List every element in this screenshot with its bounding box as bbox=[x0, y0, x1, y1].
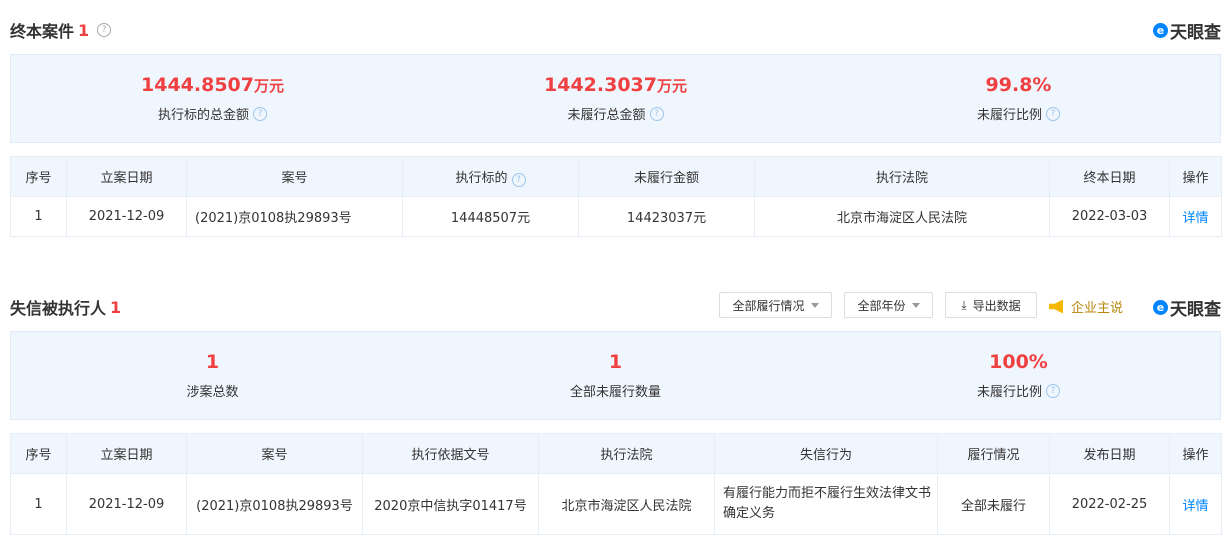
td: 2021-12-09 bbox=[66, 196, 187, 237]
label: 全部履行情况 bbox=[732, 298, 805, 313]
td: 有履行能力而拒不履行生效法律文书确定义务 bbox=[714, 473, 938, 535]
value: 99.8% bbox=[985, 74, 1052, 96]
th: 序号 bbox=[10, 433, 67, 474]
logo-text: 天眼查 bbox=[1170, 300, 1221, 320]
table-header: 序号 立案日期 案号 执行标的? 未履行金额 执行法院 终本日期 操作 bbox=[10, 156, 1222, 197]
label: 未履行比例 bbox=[976, 385, 1042, 400]
help-icon[interactable]: ? bbox=[97, 23, 112, 37]
summary-unperformed-count: 1 全部未履行数量 bbox=[414, 332, 817, 419]
table-row: 1 2021-12-09 (2021)京0108执29893号 14448507元 14… bbox=[10, 196, 1222, 237]
label: 全部未履行数量 bbox=[569, 385, 661, 400]
td: 详情 bbox=[1169, 196, 1222, 237]
td: 14448507元 bbox=[402, 196, 579, 237]
section-title-dishonest: 失信被执行人 1 bbox=[10, 295, 121, 319]
value: 1 bbox=[608, 351, 623, 373]
td: 2020京中信执字01417号 bbox=[362, 473, 539, 535]
download-icon: ⤓ bbox=[961, 297, 967, 312]
title-text: 终本案件 bbox=[10, 22, 75, 41]
value: 1444.8507 bbox=[141, 74, 254, 96]
th: 发布日期 bbox=[1049, 433, 1170, 474]
th: 执行依据文号 bbox=[362, 433, 539, 474]
label: 导出数据 bbox=[972, 298, 1021, 313]
td: 2021-12-09 bbox=[66, 473, 187, 535]
th: 立案日期 bbox=[66, 156, 187, 197]
help-icon[interactable]: ? bbox=[649, 106, 664, 121]
td: 2022-02-25 bbox=[1049, 473, 1170, 535]
summary-total-amount: 1444.8507万元 执行标的总金额? bbox=[11, 55, 414, 142]
td: 14423037元 bbox=[578, 196, 755, 237]
help-icon[interactable]: ? bbox=[1046, 106, 1060, 121]
tianyancha-logo[interactable]: e 天眼查 bbox=[1153, 295, 1221, 320]
logo-icon: e bbox=[1153, 23, 1168, 38]
th: 序号 bbox=[10, 156, 67, 197]
th: 执行标的? bbox=[402, 156, 579, 197]
count: 1 bbox=[110, 297, 122, 317]
th: 操作 bbox=[1169, 433, 1222, 474]
value: 100% bbox=[989, 351, 1048, 373]
speaker-icon bbox=[1049, 299, 1063, 314]
th: 案号 bbox=[186, 156, 403, 197]
help-icon[interactable]: ? bbox=[511, 172, 526, 187]
summary-panel-2: 1 涉案总数 1 全部未履行数量 100% 未履行比例? bbox=[10, 331, 1221, 420]
year-filter-dropdown[interactable]: 全部年份 bbox=[844, 292, 933, 318]
td: 详情 bbox=[1169, 473, 1222, 535]
label: 未履行总金额 bbox=[567, 108, 646, 123]
summary-unperformed-ratio: 100% 未履行比例? bbox=[817, 332, 1220, 419]
th: 未履行金额 bbox=[578, 156, 755, 197]
td: 北京市海淀区人民法院 bbox=[754, 196, 1050, 237]
td: 1 bbox=[10, 473, 67, 535]
table-row: 1 2021-12-09 (2021)京0108执29893号 2020京中信执字01… bbox=[10, 473, 1222, 535]
td: 全部未履行 bbox=[937, 473, 1050, 535]
caret-down-icon bbox=[810, 302, 819, 308]
summary-panel-1: 1444.8507万元 执行标的总金额? 1442.3037万元 未履行总金额? 9… bbox=[10, 54, 1221, 143]
value: 1 bbox=[205, 351, 220, 373]
th: 案号 bbox=[186, 433, 363, 474]
th: 履行情况 bbox=[937, 433, 1050, 474]
detail-link[interactable]: 详情 bbox=[1182, 211, 1208, 226]
export-button[interactable]: ⤓ 导出数据 bbox=[945, 292, 1037, 318]
th: 立案日期 bbox=[66, 433, 187, 474]
help-icon[interactable]: ? bbox=[1046, 383, 1060, 398]
title-text: 失信被执行人 bbox=[10, 299, 107, 318]
summary-unpaid-amount: 1442.3037万元 未履行总金额? bbox=[414, 55, 817, 142]
label: 未履行比例 bbox=[976, 108, 1042, 123]
logo-icon: e bbox=[1153, 300, 1168, 315]
th: 执行法院 bbox=[754, 156, 1050, 197]
label: 涉案总数 bbox=[186, 385, 239, 400]
td: 2022-03-03 bbox=[1049, 196, 1170, 237]
td: 北京市海淀区人民法院 bbox=[538, 473, 715, 535]
th: 操作 bbox=[1169, 156, 1222, 197]
final-cases-table: 序号 立案日期 案号 执行标的? 未履行金额 执行法院 终本日期 操作 1 2021-12-09… bbox=[10, 156, 1222, 237]
td: (2021)京0108执29893号 bbox=[186, 196, 403, 237]
td: (2021)京0108执29893号 bbox=[186, 473, 363, 535]
label: 全部年份 bbox=[857, 298, 906, 313]
help-icon[interactable]: ? bbox=[253, 106, 267, 121]
th: 终本日期 bbox=[1049, 156, 1170, 197]
performance-filter-dropdown[interactable]: 全部履行情况 bbox=[719, 292, 832, 318]
th: 执行法院 bbox=[538, 433, 715, 474]
value: 1442.3037 bbox=[544, 74, 657, 96]
unit: 万元 bbox=[656, 77, 687, 95]
company-say-link[interactable]: 企业主说 bbox=[1049, 297, 1123, 316]
tianyancha-logo[interactable]: e 天眼查 bbox=[1153, 18, 1221, 43]
label: 执行标的总金额 bbox=[157, 108, 249, 123]
detail-link[interactable]: 详情 bbox=[1182, 499, 1208, 514]
summary-total-cases: 1 涉案总数 bbox=[11, 332, 414, 419]
td: 1 bbox=[10, 196, 67, 237]
table-header: 序号 立案日期 案号 执行依据文号 执行法院 失信行为 履行情况 发布日期 操作 bbox=[10, 433, 1222, 474]
label: 企业主说 bbox=[1071, 301, 1124, 316]
caret-down-icon bbox=[911, 302, 920, 308]
th: 失信行为 bbox=[714, 433, 938, 474]
dishonest-table: 序号 立案日期 案号 执行依据文号 执行法院 失信行为 履行情况 发布日期 操作 1 2021-1… bbox=[10, 433, 1222, 535]
summary-unpaid-ratio: 99.8% 未履行比例? bbox=[817, 55, 1220, 142]
logo-text: 天眼查 bbox=[1170, 23, 1221, 43]
count: 1 bbox=[78, 20, 90, 40]
th-text: 执行标的 bbox=[455, 170, 508, 186]
section-title-final-cases: 终本案件 1 ? bbox=[10, 18, 112, 42]
unit: 万元 bbox=[253, 77, 284, 95]
